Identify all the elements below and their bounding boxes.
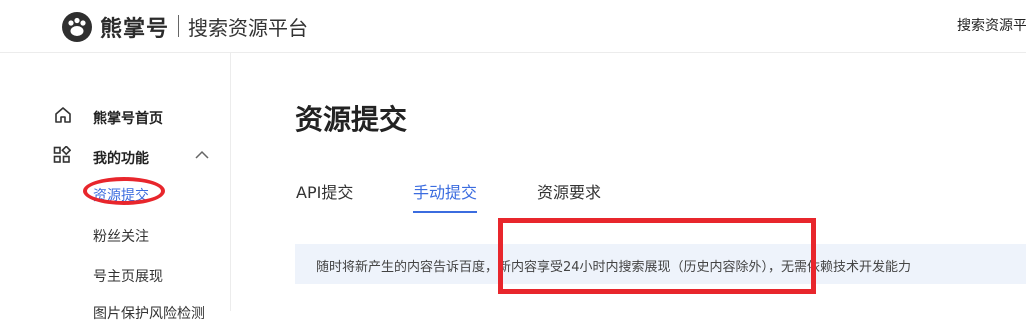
- sidebar-item-fans[interactable]: 粉丝关注: [93, 226, 149, 246]
- active-tab-indicator: [413, 211, 477, 213]
- paw-logo-icon[interactable]: [62, 12, 92, 42]
- sidebar-group-functions[interactable]: 我的功能: [93, 148, 149, 168]
- grid-apps-icon: [53, 146, 71, 163]
- tab-api-submit[interactable]: API提交: [296, 179, 353, 203]
- home-icon: [55, 107, 71, 123]
- top-nav-link[interactable]: 搜索资源平: [957, 15, 1026, 35]
- sidebar-item-home[interactable]: 熊掌号首页: [93, 108, 163, 128]
- brand-divider: [178, 15, 179, 37]
- brand-name[interactable]: 熊掌号: [100, 11, 169, 43]
- page-title: 资源提交: [295, 103, 408, 136]
- annotation-circle: [83, 177, 165, 205]
- sidebar-item-homepage-display[interactable]: 号主页展现: [93, 266, 163, 286]
- annotation-rectangle: [498, 218, 816, 294]
- brand-subtitle: 搜索资源平台: [188, 16, 308, 40]
- tab-resource-requirements[interactable]: 资源要求: [537, 179, 601, 203]
- sidebar-item-image-risk[interactable]: 图片保护风险检测: [93, 303, 205, 323]
- chevron-up-icon[interactable]: [194, 150, 210, 160]
- top-bar: 熊掌号 搜索资源平台 搜索资源平: [0, 0, 1026, 53]
- tab-manual-submit[interactable]: 手动提交: [413, 179, 477, 203]
